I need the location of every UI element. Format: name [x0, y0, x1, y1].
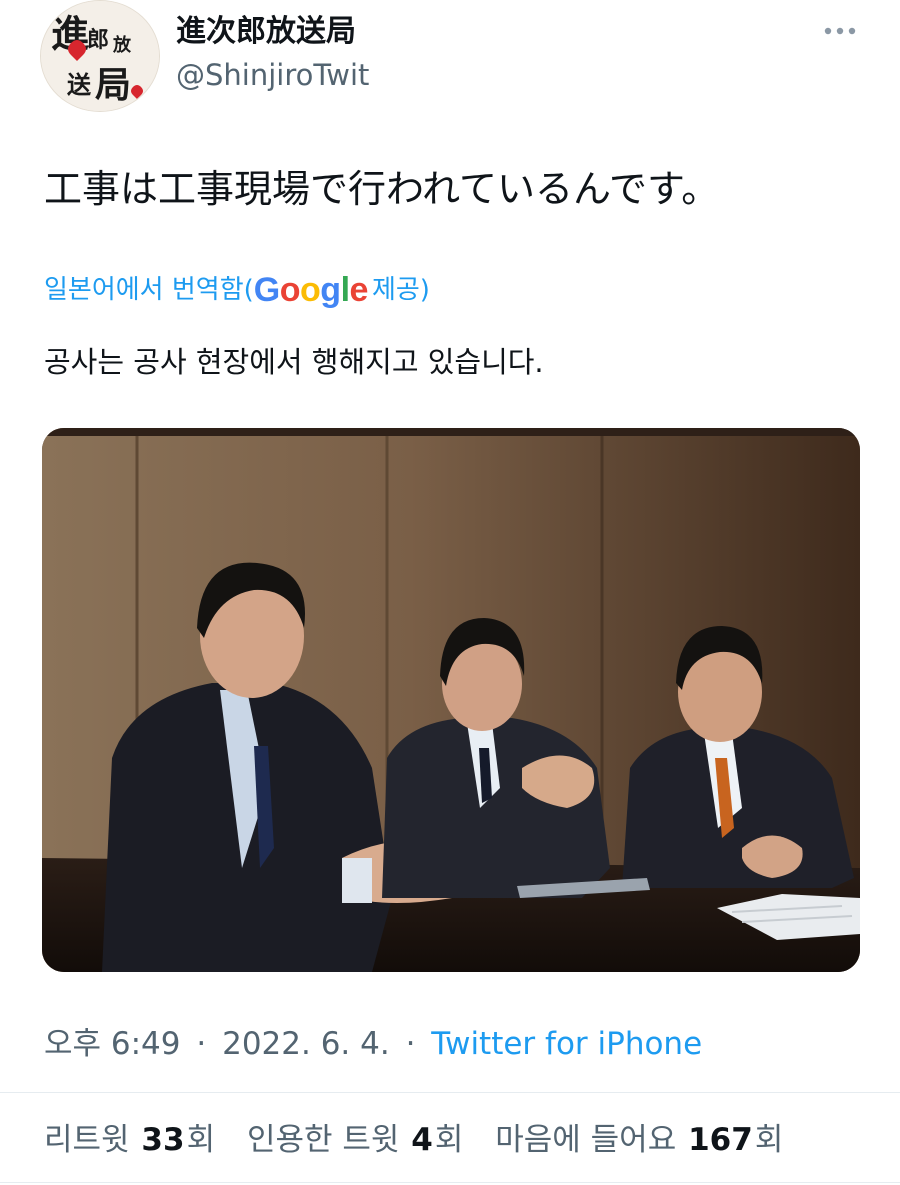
separator: ·	[196, 1026, 207, 1062]
quotes-label: 인용한 트윗	[246, 1122, 400, 1158]
translation-attribution[interactable]: 일본어에서 번역함( Google 제공)	[44, 270, 430, 310]
tweet-source-link[interactable]: Twitter for iPhone	[431, 1026, 702, 1062]
likes-label: 마음에 들어요	[495, 1122, 677, 1158]
retweets-stat[interactable]: 리트윗 33회	[44, 1122, 215, 1158]
likes-unit: 회	[754, 1122, 784, 1158]
svg-text:郎: 郎	[87, 27, 109, 53]
tweet-text: 工事は工事現場で行われているんです。	[44, 167, 720, 211]
tweet-date[interactable]: 2022. 6. 4.	[222, 1026, 390, 1062]
svg-text:放: 放	[112, 34, 132, 56]
divider	[0, 1182, 900, 1183]
more-horizontal-icon[interactable]	[820, 16, 860, 46]
tweet-timestamp-line: 오후 6:49 · 2022. 6. 4. · Twitter for iPho…	[44, 1022, 702, 1066]
google-logo: Google	[253, 271, 369, 309]
divider	[0, 1092, 900, 1093]
quotes-count: 4	[411, 1122, 433, 1158]
separator: ·	[405, 1026, 416, 1062]
translated-text: 공사는 공사 현장에서 행해지고 있습니다.	[44, 345, 544, 379]
tweet-photo[interactable]	[42, 428, 860, 972]
likes-count: 167	[688, 1122, 753, 1158]
retweets-count: 33	[141, 1122, 185, 1158]
likes-stat[interactable]: 마음에 들어요 167회	[495, 1122, 783, 1158]
retweets-unit: 회	[186, 1122, 216, 1158]
engagement-stats: 리트윗 33회 인용한 트윗 4회 마음에 들어요 167회	[44, 1118, 805, 1162]
author-handle[interactable]: @ShinjiroTwit	[176, 55, 369, 95]
retweets-label: 리트윗	[44, 1122, 130, 1158]
tweet-time[interactable]: 오후 6:49	[44, 1026, 181, 1062]
svg-text:送: 送	[67, 70, 92, 99]
quotes-unit: 회	[434, 1122, 464, 1158]
author-display-name[interactable]: 進次郎放送局	[176, 12, 356, 52]
translation-prefix: 일본어에서 번역함(	[44, 275, 254, 305]
translation-suffix: 제공)	[371, 275, 430, 305]
svg-text:局: 局	[95, 64, 131, 106]
quote-tweets-stat[interactable]: 인용한 트윗 4회	[247, 1122, 463, 1158]
avatar[interactable]: 進 郎 放 送 局	[40, 0, 160, 112]
